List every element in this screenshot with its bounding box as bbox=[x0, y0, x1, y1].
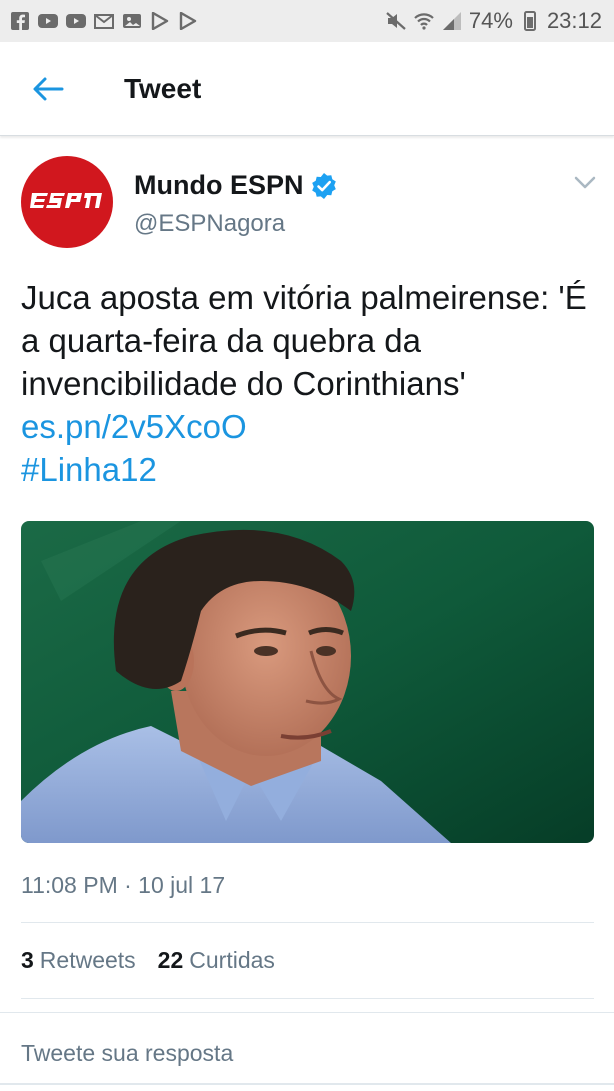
photo-icon bbox=[122, 12, 142, 30]
tweet-text: Juca aposta em vitória palmeirense: 'É a… bbox=[21, 276, 596, 491]
avatar[interactable] bbox=[21, 156, 113, 248]
app-header: Tweet bbox=[0, 42, 614, 136]
tweet-stats: 3 Retweets 22 Curtidas bbox=[21, 947, 275, 974]
divider bbox=[21, 998, 594, 999]
wifi-icon bbox=[413, 11, 435, 31]
status-bar: 74% 23:12 bbox=[0, 0, 614, 42]
system-status: 74% 23:12 bbox=[385, 8, 602, 34]
battery-percent: 74% bbox=[468, 8, 513, 33]
tweet-media-image[interactable] bbox=[21, 521, 594, 843]
likes-label: Curtidas bbox=[189, 947, 275, 973]
chevron-down-icon bbox=[574, 176, 596, 189]
tweet-link[interactable]: es.pn/2v5XcoO bbox=[21, 408, 247, 445]
author-name[interactable]: Mundo ESPN bbox=[134, 170, 338, 201]
tweet-hashtag[interactable]: #Linha12 bbox=[21, 451, 157, 488]
reply-underline bbox=[0, 1083, 614, 1085]
retweets-label: Retweets bbox=[39, 947, 136, 973]
mail-icon bbox=[94, 12, 114, 30]
youtube-icon bbox=[38, 12, 58, 30]
facebook-icon bbox=[10, 12, 30, 30]
mute-icon bbox=[385, 11, 407, 31]
author-handle[interactable]: @ESPNagora bbox=[134, 210, 285, 238]
page-title: Tweet bbox=[124, 72, 202, 104]
author-display-name: Mundo ESPN bbox=[134, 170, 304, 200]
reply-input[interactable]: Tweete sua resposta bbox=[21, 1040, 233, 1067]
retweets-stat[interactable]: 3 Retweets bbox=[21, 947, 136, 974]
tweet-body-text: Juca aposta em vitória palmeirense: 'É a… bbox=[21, 279, 587, 402]
notification-icons bbox=[10, 12, 198, 30]
signal-icon bbox=[441, 11, 463, 31]
back-button[interactable] bbox=[28, 69, 68, 109]
play-store-icon bbox=[178, 12, 198, 30]
retweets-count: 3 bbox=[21, 947, 34, 973]
likes-count: 22 bbox=[157, 947, 184, 973]
divider bbox=[21, 922, 594, 923]
likes-stat[interactable]: 22 Curtidas bbox=[158, 947, 275, 974]
divider bbox=[0, 1012, 614, 1013]
arrow-left-icon bbox=[33, 77, 64, 100]
youtube-icon bbox=[66, 12, 86, 30]
verified-badge-icon bbox=[310, 172, 338, 200]
play-store-icon bbox=[150, 12, 170, 30]
espn-logo-icon bbox=[30, 193, 102, 208]
tweet-options-button[interactable] bbox=[570, 170, 600, 196]
tweet-timestamp[interactable]: 11:08 PM · 10 jul 17 bbox=[21, 872, 225, 899]
battery-icon bbox=[519, 11, 541, 31]
clock: 23:12 bbox=[546, 8, 602, 33]
